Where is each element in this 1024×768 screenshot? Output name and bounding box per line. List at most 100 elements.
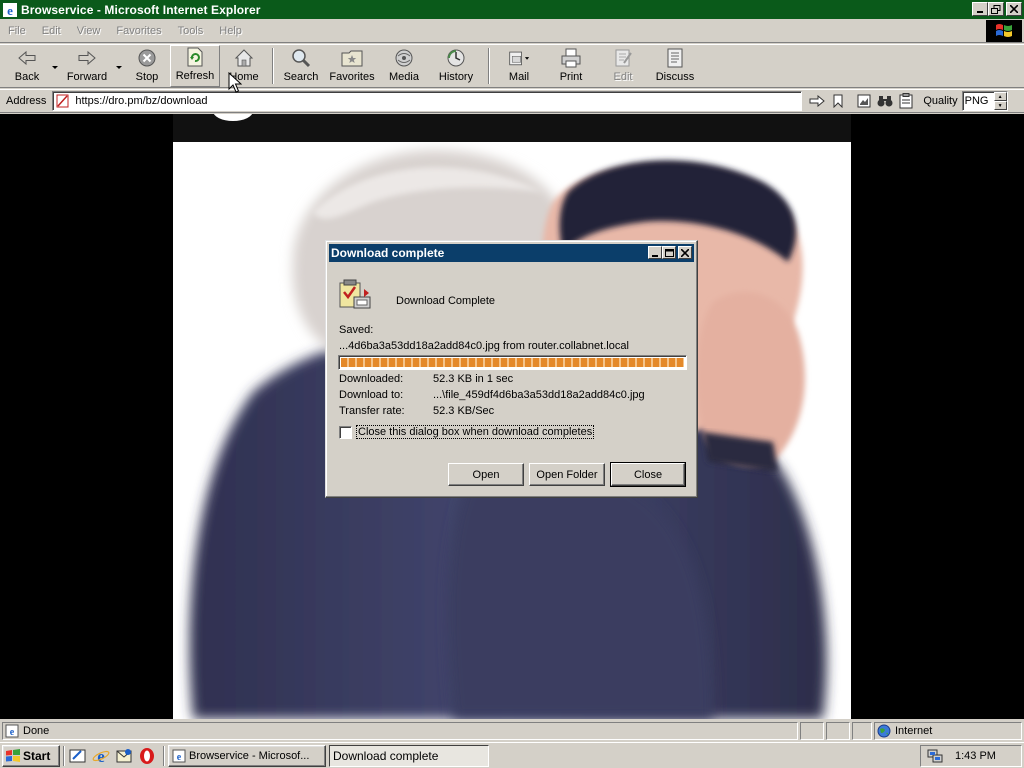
spin-up-icon[interactable]: ▲: [993, 92, 1007, 101]
open-folder-button[interactable]: Open Folder: [529, 463, 605, 486]
back-button[interactable]: Back: [4, 45, 50, 87]
svg-text:e: e: [177, 752, 182, 763]
status-text: Done: [23, 724, 50, 737]
minimize-icon: [652, 254, 658, 257]
close-icon: [1010, 5, 1018, 13]
spin-down-icon[interactable]: ▼: [993, 101, 1007, 110]
close-when-done-checkbox[interactable]: [339, 425, 352, 439]
progress-fill: [341, 358, 684, 367]
window-titlebar[interactable]: e Browservice - Microsoft Internet Explo…: [0, 0, 1024, 19]
address-bar: Address https://dro.pm/bz/download Quali…: [0, 89, 1024, 113]
restore-icon: [991, 4, 1001, 14]
windows-logo-icon: [986, 20, 1022, 42]
page-header-strip: [173, 114, 851, 142]
print-button[interactable]: Print: [544, 45, 598, 87]
menu-bar: File Edit View Favorites Tools Help: [0, 19, 1024, 43]
close-window-button[interactable]: [1006, 2, 1022, 16]
menu-help[interactable]: Help: [211, 25, 250, 37]
download-progress-bar: [338, 355, 687, 370]
quality-select[interactable]: PNG ▲ ▼: [961, 91, 1008, 111]
security-zone-pane: Internet: [874, 721, 1022, 740]
search-button[interactable]: Search: [278, 45, 324, 87]
downloaded-row: Downloaded: 52.3 KB in 1 sec: [339, 373, 514, 385]
address-url: https://dro.pm/bz/download: [75, 95, 208, 107]
dialog-close-button[interactable]: [678, 246, 692, 259]
internet-globe-icon: [877, 724, 891, 737]
mail-button[interactable]: Mail: [494, 45, 544, 87]
discuss-icon: [664, 47, 686, 69]
menu-file[interactable]: File: [0, 25, 34, 37]
home-icon: [233, 47, 255, 69]
system-tray: 1:43 PM: [920, 745, 1022, 767]
dialog-maximize-button[interactable]: [662, 246, 676, 259]
ie-quicklaunch-icon[interactable]: e: [91, 746, 111, 766]
close-when-done-label[interactable]: Close this dialog box when download comp…: [356, 425, 595, 439]
dialog-title: Download complete: [331, 246, 445, 260]
favorites-icon: [341, 47, 363, 69]
favorites-button[interactable]: Favorites: [324, 45, 380, 87]
menu-edit[interactable]: Edit: [34, 25, 69, 37]
download-complete-icon: [339, 279, 371, 309]
saved-filename: ...4d6ba3a53dd18a2add84c0.jpg from route…: [339, 340, 629, 352]
address-input[interactable]: https://dro.pm/bz/download: [52, 91, 803, 111]
menu-favorites[interactable]: Favorites: [108, 25, 169, 37]
outlook-quicklaunch-icon[interactable]: [114, 746, 134, 766]
go-arrow-icon[interactable]: [808, 92, 826, 110]
status-pane-1: [800, 721, 824, 740]
bookmark-icon[interactable]: [829, 92, 847, 110]
svg-text:e: e: [10, 727, 15, 738]
refresh-button[interactable]: Refresh: [170, 45, 220, 87]
opera-quicklaunch-icon[interactable]: [137, 746, 157, 766]
forward-button[interactable]: Forward: [60, 45, 114, 87]
toolbar-separator: [488, 48, 490, 84]
status-pane-2: [826, 721, 850, 740]
page-done-icon: e: [5, 724, 19, 738]
menu-tools[interactable]: Tools: [170, 25, 212, 37]
mouse-cursor-icon: [228, 72, 242, 93]
back-arrow-icon: [16, 47, 38, 69]
discuss-button[interactable]: Discuss: [648, 45, 702, 87]
clipboard-icon[interactable]: [897, 92, 915, 110]
stop-icon: [136, 47, 158, 69]
ie-icon: e: [3, 2, 17, 18]
refresh-icon: [184, 46, 206, 68]
toolbar-separator: [272, 48, 274, 84]
search-icon: [290, 47, 312, 69]
transfer-rate-row: Transfer rate: 52.3 KB/Sec: [339, 405, 495, 417]
network-tray-icon[interactable]: [927, 748, 943, 764]
download-dialog: Download complete Download Complete Save…: [325, 240, 698, 498]
menu-view[interactable]: View: [69, 25, 109, 37]
dialog-titlebar[interactable]: Download complete: [329, 244, 694, 262]
open-button[interactable]: Open: [448, 463, 524, 486]
image-icon[interactable]: [855, 92, 873, 110]
windows-flag-icon: [6, 748, 20, 762]
maximize-icon: [664, 248, 674, 257]
quality-label: Quality: [923, 95, 958, 107]
edit-button[interactable]: Edit: [598, 45, 648, 87]
print-icon: [560, 47, 582, 69]
back-dropdown[interactable]: [50, 45, 60, 87]
restore-button[interactable]: [988, 2, 1004, 16]
media-button[interactable]: Media: [380, 45, 428, 87]
dialog-minimize-button[interactable]: [648, 246, 662, 259]
close-when-done-row[interactable]: Close this dialog box when download comp…: [339, 425, 595, 439]
start-button[interactable]: Start: [2, 744, 60, 767]
quality-spinner[interactable]: ▲ ▼: [993, 92, 1007, 110]
download-to-row: Download to: ...\file_459df4d6ba3a53dd18a…: [339, 389, 645, 401]
close-button[interactable]: Close: [610, 462, 686, 487]
minimize-button[interactable]: [972, 2, 988, 16]
dialog-heading: Download Complete: [396, 295, 496, 307]
find-binoculars-icon[interactable]: [876, 92, 894, 110]
svg-text:e: e: [97, 747, 105, 765]
svg-text:e: e: [7, 3, 13, 18]
broken-page-icon: [56, 94, 69, 108]
task-browservice[interactable]: e Browservice - Microsof...: [168, 744, 326, 767]
task-download-complete[interactable]: Download complete: [329, 744, 489, 767]
stop-button[interactable]: Stop: [124, 45, 170, 87]
forward-dropdown[interactable]: [114, 45, 124, 87]
show-desktop-icon[interactable]: [68, 746, 88, 766]
saved-label: Saved:: [339, 324, 374, 336]
history-button[interactable]: History: [428, 45, 484, 87]
ie-icon: e: [172, 749, 186, 763]
status-bar: e Done Internet: [0, 720, 1024, 741]
